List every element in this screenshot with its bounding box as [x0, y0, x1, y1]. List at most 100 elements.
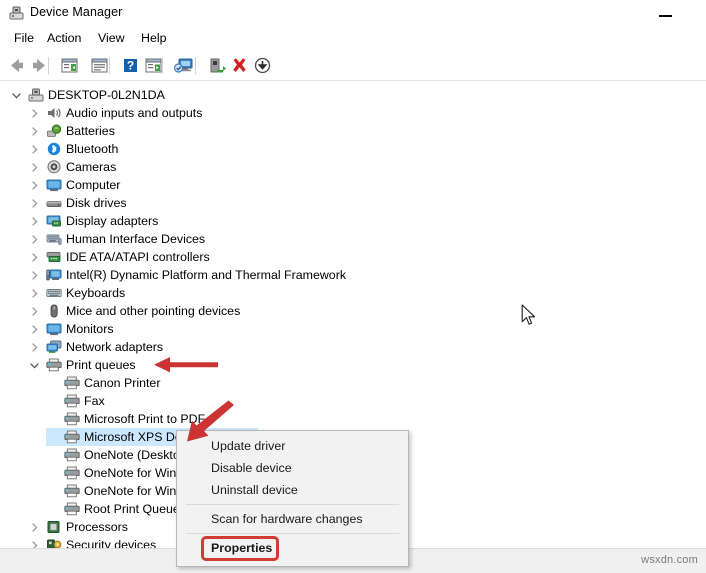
toolbar: ?: [0, 51, 706, 81]
properties-icon[interactable]: [88, 55, 111, 76]
chevron-right-icon[interactable]: [29, 198, 40, 209]
bluetooth-icon: [46, 142, 62, 156]
tree-node-label: Batteries: [66, 124, 115, 138]
tree-node-label: Monitors: [66, 322, 114, 336]
tree-node-mice-and-other-pointing-devices[interactable]: Mice and other pointing devices: [0, 302, 706, 320]
tree-node-fax[interactable]: Fax: [0, 392, 706, 410]
tree-node-computer[interactable]: Computer: [0, 176, 706, 194]
ide-controller-icon: [46, 250, 62, 264]
tree-node-network-adapters[interactable]: Network adapters: [0, 338, 706, 356]
chevron-right-icon[interactable]: [29, 162, 40, 173]
svg-text:?: ?: [127, 59, 134, 73]
thermal-framework-icon: [46, 268, 62, 282]
scan-for-hardware-changes-icon[interactable]: [172, 55, 195, 76]
tree-node-cameras[interactable]: Cameras: [0, 158, 706, 176]
computer-node-icon: [28, 88, 44, 102]
chevron-right-icon[interactable]: [29, 270, 40, 281]
tree-node-microsoft-print-to-pdf[interactable]: Microsoft Print to PDF: [0, 410, 706, 428]
tree-node-label: Keyboards: [66, 286, 126, 300]
chevron-right-icon[interactable]: [29, 144, 40, 155]
uninstall-device-icon[interactable]: [228, 55, 251, 76]
battery-icon: [46, 124, 62, 138]
chevron-right-icon[interactable]: [29, 342, 40, 353]
tree-node-label: Root Print Queue: [84, 502, 180, 516]
printer-icon: [64, 394, 80, 408]
chevron-right-icon[interactable]: [29, 216, 40, 227]
tree-node-intel-dynamic-platform-and-thermal-framework[interactable]: Intel(R) Dynamic Platform and Thermal Fr…: [0, 266, 706, 284]
tree-node-bluetooth[interactable]: Bluetooth: [0, 140, 706, 158]
tree-node-label: Mice and other pointing devices: [66, 304, 241, 318]
chevron-down-icon[interactable]: [29, 360, 40, 371]
tree-node-label: Fax: [84, 394, 105, 408]
disable-device-icon[interactable]: [251, 55, 274, 76]
context-menu-item-properties[interactable]: Properties: [178, 537, 407, 559]
toolbar-separator: [109, 57, 110, 74]
tree-node-audio-inputs-and-outputs[interactable]: Audio inputs and outputs: [0, 104, 706, 122]
monitor-icon: [46, 178, 62, 192]
tree-node-label: Network adapters: [66, 340, 164, 354]
context-menu-item-update-driver[interactable]: Update driver: [178, 435, 407, 457]
device-manager-window: Device Manager File Action View Help ? D…: [0, 0, 706, 573]
tree-node-label: Audio inputs and outputs: [66, 106, 203, 120]
context-menu-separator: [186, 504, 399, 505]
minimize-button[interactable]: [653, 0, 679, 26]
context-menu-item-disable-device[interactable]: Disable device: [178, 457, 407, 479]
chevron-right-icon[interactable]: [29, 324, 40, 335]
tree-node-keyboards[interactable]: Keyboards: [0, 284, 706, 302]
printer-icon: [64, 502, 80, 516]
printer-icon: [64, 430, 80, 444]
tree-node-human-interface-devices[interactable]: Human Interface Devices: [0, 230, 706, 248]
help-icon[interactable]: ?: [119, 55, 142, 76]
chevron-right-icon[interactable]: [29, 126, 40, 137]
tree-node-ide-ata-atapi-controllers[interactable]: IDE ATA/ATAPI controllers: [0, 248, 706, 266]
processor-icon: [46, 520, 62, 534]
chevron-down-icon[interactable]: [11, 90, 22, 101]
chevron-right-icon[interactable]: [29, 306, 40, 317]
toolbar-separator: [195, 57, 196, 74]
tree-node-label: Computer: [66, 178, 121, 192]
tree-node-label: Canon Printer: [84, 376, 161, 390]
tree-node-display-adapters[interactable]: Display adapters: [0, 212, 706, 230]
mouse-icon: [46, 304, 62, 318]
tree-node-monitors[interactable]: Monitors: [0, 320, 706, 338]
tree-node-label: Security devices: [66, 538, 157, 548]
network-adapter-icon: [46, 340, 62, 354]
tree-node-label: Disk drives: [66, 196, 127, 210]
camera-icon: [46, 160, 62, 174]
speaker-icon: [46, 106, 62, 120]
toolbar-separator: [48, 57, 49, 74]
toolbar-separator: [162, 57, 163, 74]
menu-help[interactable]: Help: [135, 30, 172, 47]
context-menu[interactable]: Update driver Disable device Uninstall d…: [176, 430, 409, 567]
menu-bar: File Action View Help: [0, 26, 706, 51]
chevron-right-icon[interactable]: [29, 288, 40, 299]
show-hide-console-tree-icon[interactable]: [58, 55, 81, 76]
monitor-icon: [46, 322, 62, 336]
update-driver-icon[interactable]: [205, 55, 228, 76]
tree-node-canon-printer[interactable]: Canon Printer: [0, 374, 706, 392]
tree-node-batteries[interactable]: Batteries: [0, 122, 706, 140]
device-manager-icon: [9, 6, 24, 20]
chevron-right-icon[interactable]: [29, 234, 40, 245]
tree-node-print-queues[interactable]: Print queues: [0, 356, 706, 374]
chevron-right-icon[interactable]: [29, 180, 40, 191]
tree-node-label: Print queues: [66, 358, 136, 372]
chevron-right-icon[interactable]: [29, 540, 40, 548]
tree-node-label: Processors: [66, 520, 128, 534]
menu-view[interactable]: View: [92, 30, 131, 47]
tree-node-label: OneNote (Desktop): [84, 448, 191, 462]
menu-file[interactable]: File: [8, 30, 40, 47]
back-arrow-icon[interactable]: [5, 55, 28, 76]
tree-node-disk-drives[interactable]: Disk drives: [0, 194, 706, 212]
printer-icon: [64, 466, 80, 480]
watermark: wsxdn.com: [641, 554, 698, 566]
security-device-icon: [46, 538, 62, 548]
chevron-right-icon[interactable]: [29, 108, 40, 119]
context-menu-item-scan-for-hardware-changes[interactable]: Scan for hardware changes: [178, 508, 407, 530]
menu-action[interactable]: Action: [41, 30, 87, 47]
tree-node-root[interactable]: DESKTOP-0L2N1DA: [0, 86, 706, 104]
context-menu-item-uninstall-device[interactable]: Uninstall device: [178, 479, 407, 501]
chevron-right-icon[interactable]: [29, 252, 40, 263]
tree-node-label: Intel(R) Dynamic Platform and Thermal Fr…: [66, 268, 347, 282]
chevron-right-icon[interactable]: [29, 522, 40, 533]
